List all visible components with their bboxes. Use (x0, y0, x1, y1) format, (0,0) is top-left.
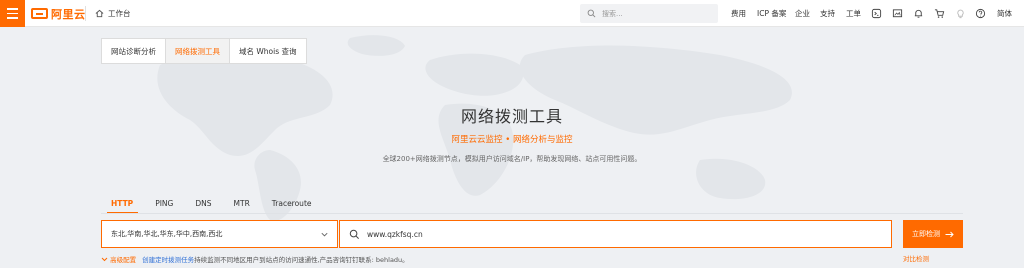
search-placeholder: 搜索... (602, 9, 623, 18)
page-title: 网络拨测工具 (460, 107, 563, 126)
tab-http[interactable]: HTTP (101, 196, 144, 214)
screen-icon[interactable] (892, 8, 903, 19)
search-icon (587, 9, 596, 18)
tab-dns[interactable]: DNS (184, 196, 222, 214)
advanced-config-label: 高级配置 (110, 256, 137, 264)
helper-note: 持续监测不同地区用户到站点的访问速通性,产品咨询钉钉联系: behladu。 (194, 256, 409, 264)
logo-text: 阿里云 (51, 7, 86, 21)
terminal-icon[interactable] (871, 8, 882, 19)
logo[interactable]: 阿里云 (31, 6, 86, 21)
divider (101, 213, 963, 214)
cart-icon[interactable] (934, 8, 945, 19)
help-icon[interactable] (975, 8, 986, 19)
tab-mtr[interactable]: MTR (223, 196, 261, 214)
search-icon (349, 229, 359, 239)
logo-mark (31, 8, 48, 19)
lightbulb-icon[interactable] (955, 8, 966, 19)
workbench-label: 工作台 (108, 9, 131, 18)
tab-whois[interactable]: 域名 Whois 查询 (230, 39, 306, 63)
home-icon (95, 9, 104, 18)
chevron-down-icon (101, 257, 108, 262)
compare-link[interactable]: 对比检测 (903, 253, 929, 263)
region-value: 东北,华南,华北,华东,华中,西南,西北 (111, 230, 223, 238)
nav-language[interactable]: 简体 (997, 0, 1012, 27)
create-task-link[interactable]: 创建定时拨测任务 (142, 254, 194, 264)
menu-icon[interactable] (0, 0, 25, 27)
tab-ping[interactable]: PING (144, 196, 184, 214)
detect-button[interactable]: 立即检测 (903, 220, 963, 248)
page-subtitle: 阿里云云监控 • 网络分析与监控 (451, 135, 573, 145)
tab-network-probe[interactable]: 网络拨测工具 (166, 39, 230, 63)
arrow-right-icon (945, 231, 954, 237)
url-input-box[interactable] (339, 220, 892, 248)
protocol-tabs: HTTP PING DNS MTR Traceroute (101, 196, 323, 214)
bell-icon[interactable] (913, 8, 924, 19)
workbench-link[interactable]: 工作台 (95, 6, 131, 21)
tool-tabs: 网站诊断分析 网络拨测工具 域名 Whois 查询 (101, 38, 307, 64)
region-select[interactable]: 东北,华南,华北,华东,华中,西南,西北 (101, 220, 338, 248)
helper-row: 高级配置 创建定时拨测任务 持续监测不同地区用户到站点的访问速通性,产品咨询钉钉… (101, 253, 409, 265)
divider (85, 6, 86, 21)
tab-traceroute[interactable]: Traceroute (261, 196, 323, 214)
advanced-config-link[interactable]: 高级配置 (101, 254, 136, 264)
tab-site-diagnosis[interactable]: 网站诊断分析 (102, 39, 166, 63)
page-description: 全球200+网络拨测节点，模拟用户访问域名/IP，帮助发现网络、站点可用性问题。 (382, 155, 642, 163)
chevron-down-icon (321, 232, 328, 237)
detect-button-label: 立即检测 (912, 230, 940, 238)
url-input[interactable] (367, 229, 847, 239)
